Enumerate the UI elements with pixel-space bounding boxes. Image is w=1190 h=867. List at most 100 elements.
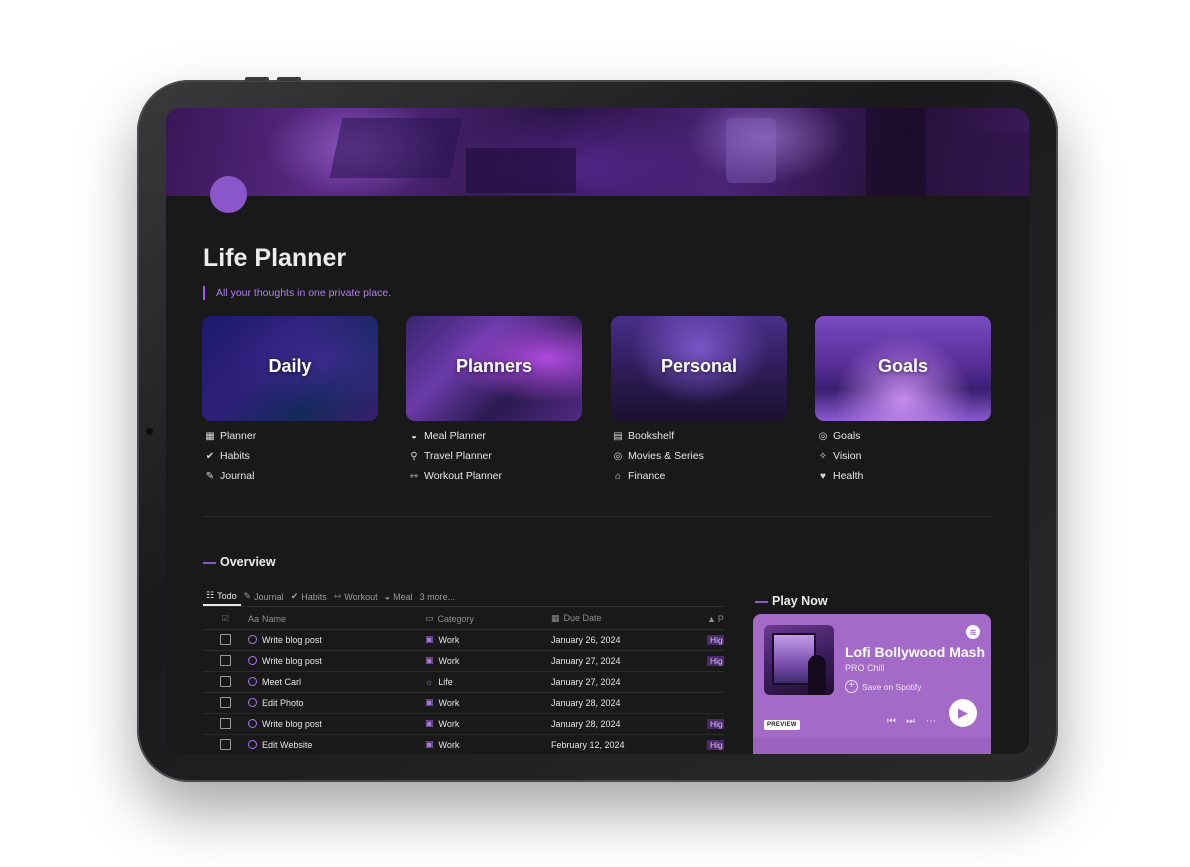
- priority-badge: Hig: [707, 739, 724, 750]
- row-checkbox[interactable]: [220, 676, 231, 687]
- next-track-icon[interactable]: ⏭: [906, 716, 915, 727]
- more-options-icon[interactable]: ⋯: [926, 716, 936, 727]
- column-due-date[interactable]: Due Date: [564, 613, 602, 623]
- link-travel-planner[interactable]: ⚲ Travel Planner: [408, 446, 502, 466]
- camera-dot: [146, 428, 153, 435]
- link-finance[interactable]: ⌂ Finance: [612, 466, 704, 486]
- link-workout-planner[interactable]: ⇿ Workout Planner: [408, 466, 502, 486]
- tab-todo[interactable]: ☷ Todo: [203, 587, 241, 606]
- task-due-date: January 28, 2024: [551, 697, 621, 708]
- row-checkbox[interactable]: [220, 718, 231, 729]
- page-icon[interactable]: [210, 176, 247, 213]
- link-label: Finance: [628, 470, 666, 482]
- task-name[interactable]: Edit Website: [262, 740, 312, 750]
- divider: [203, 516, 991, 517]
- table-row[interactable]: Write blog post ▣ Work January 26, 2024 H…: [203, 629, 724, 651]
- link-journal[interactable]: ✎ Journal: [204, 466, 256, 486]
- briefcase-icon: ▣: [425, 634, 434, 644]
- play-now-title: Play Now: [772, 594, 828, 608]
- priority-badge: Hig: [707, 634, 724, 645]
- tab-workout[interactable]: ⇿ Workout: [331, 587, 382, 606]
- tab-habits[interactable]: ✔ Habits: [288, 587, 331, 606]
- book-icon: ▤: [613, 430, 623, 442]
- tab-label: Workout: [344, 591, 378, 602]
- album-art[interactable]: [764, 625, 834, 695]
- task-name[interactable]: Meet Carl: [262, 677, 301, 687]
- task-name[interactable]: Write blog post: [262, 656, 322, 666]
- spotify-embed[interactable]: ≋ Lofi Bollywood Mash PRO Chill + Save on…: [753, 614, 991, 754]
- link-label: Habits: [220, 450, 250, 462]
- column-priority[interactable]: P: [718, 614, 724, 624]
- preview-badge: PREVIEW: [764, 720, 800, 730]
- link-vision[interactable]: ✧ Vision: [817, 446, 863, 466]
- task-status-icon: [248, 677, 257, 686]
- table-row[interactable]: Meet Carl ☼ Life January 27, 2024: [203, 671, 724, 693]
- link-label: Journal: [220, 470, 255, 482]
- link-meal-planner[interactable]: ◒ Meal Planner: [408, 426, 502, 446]
- task-category: Work: [438, 697, 460, 708]
- task-due-date: January 27, 2024: [551, 676, 621, 687]
- card-personal[interactable]: Personal: [611, 316, 787, 421]
- task-due-date: January 26, 2024: [551, 634, 621, 645]
- playlist-title[interactable]: Lofi Bollywood Mash: [845, 644, 985, 660]
- tab-journal[interactable]: ✎ Journal: [241, 587, 288, 606]
- task-status-icon: [248, 698, 257, 707]
- page-quote: All your thoughts in one private place.: [203, 286, 391, 300]
- row-checkbox[interactable]: [220, 634, 231, 645]
- plus-circle-icon: +: [845, 680, 858, 693]
- heart-icon: ♥: [820, 470, 826, 482]
- spotify-logo-icon[interactable]: ≋: [966, 625, 980, 639]
- task-name[interactable]: Write blog post: [262, 719, 322, 729]
- task-category: Life: [438, 676, 453, 687]
- row-checkbox[interactable]: [220, 655, 231, 666]
- play-button[interactable]: ▶: [949, 699, 977, 727]
- link-label: Vision: [833, 450, 862, 462]
- calendar-icon: ▦: [551, 613, 560, 623]
- link-planner[interactable]: ▦ Planner: [204, 426, 256, 446]
- link-health[interactable]: ♥ Health: [817, 466, 863, 486]
- table-row[interactable]: Edit Photo ▣ Work January 28, 2024: [203, 692, 724, 714]
- tab-label: Journal: [254, 591, 284, 602]
- task-name[interactable]: Edit Photo: [262, 698, 304, 708]
- task-name[interactable]: Write blog post: [262, 635, 322, 645]
- track-list[interactable]: [753, 738, 991, 754]
- dumbbell-icon: ⇿: [333, 591, 342, 601]
- row-checkbox[interactable]: [220, 697, 231, 708]
- link-habits[interactable]: ✔ Habits: [204, 446, 256, 466]
- bowl-icon: ◒: [410, 430, 418, 442]
- tab-more[interactable]: 3 more...: [417, 587, 460, 606]
- device-button: [277, 77, 301, 81]
- column-name[interactable]: Name: [262, 614, 286, 624]
- link-bookshelf[interactable]: ▤ Bookshelf: [612, 426, 704, 446]
- table-row[interactable]: Edit Website ▣ Work February 12, 2024 Hig: [203, 734, 724, 754]
- task-due-date: January 27, 2024: [551, 655, 621, 666]
- briefcase-icon: ▣: [425, 718, 434, 728]
- playlist-subtitle[interactable]: PRO Chill: [845, 663, 885, 673]
- sun-icon: ☼: [425, 676, 434, 687]
- column-category[interactable]: Category: [438, 614, 475, 624]
- checklist-icon: ☷: [206, 590, 215, 600]
- tab-label: Habits: [301, 591, 327, 602]
- task-category: Work: [438, 634, 460, 645]
- card-goals[interactable]: Goals: [815, 316, 991, 421]
- row-checkbox[interactable]: [220, 739, 231, 750]
- task-status-icon: [248, 740, 257, 749]
- link-goals[interactable]: ◎ Goals: [817, 426, 863, 446]
- check-circle-icon: ✔: [290, 591, 299, 601]
- briefcase-icon: ▣: [425, 697, 434, 707]
- tab-label: Todo: [217, 590, 237, 601]
- table-row[interactable]: Write blog post ▣ Work January 27, 2024 H…: [203, 650, 724, 672]
- save-on-spotify-button[interactable]: + Save on Spotify: [845, 680, 922, 693]
- card-daily[interactable]: Daily: [202, 316, 378, 421]
- link-label: Health: [833, 470, 864, 482]
- table-header: ☑ Aa Name ▭ Category ▦ Due Date ▲ P: [203, 608, 724, 630]
- previous-track-icon[interactable]: ⏮: [887, 716, 896, 727]
- bowl-icon: ◒: [384, 591, 391, 602]
- table-row[interactable]: Write blog post ▣ Work January 28, 2024 H…: [203, 713, 724, 735]
- task-category: Work: [438, 718, 460, 729]
- task-status-icon: [248, 656, 257, 665]
- card-planners[interactable]: Planners: [406, 316, 582, 421]
- tabs-underline: [203, 606, 724, 607]
- link-movies-series[interactable]: ◎ Movies & Series: [612, 446, 704, 466]
- tab-meal[interactable]: ◒ Meal: [382, 587, 417, 606]
